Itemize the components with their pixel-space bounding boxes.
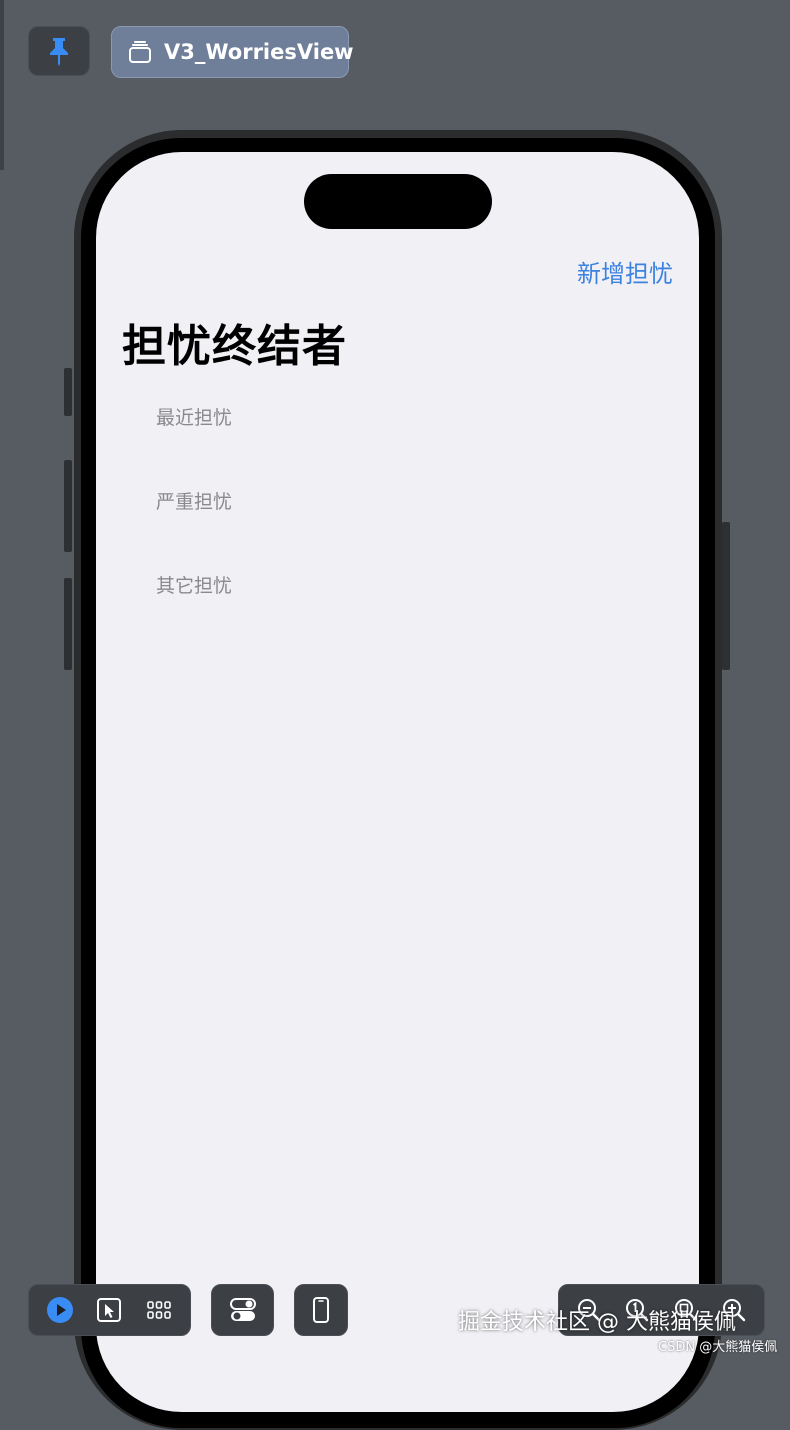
worry-category-list: 最近担忧 严重担忧 其它担忧: [156, 404, 232, 656]
dynamic-island: [304, 174, 492, 229]
grid-mode-button[interactable]: [139, 1290, 179, 1330]
page-title: 担忧终结者: [122, 321, 347, 372]
csdn-watermark: CSDN @大熊猫侯佩: [658, 1340, 778, 1355]
preview-mode-group: [28, 1284, 191, 1336]
preview-tab-button[interactable]: V3_WorriesView: [111, 26, 354, 78]
list-item-recent-worries[interactable]: 最近担忧: [156, 404, 232, 488]
pin-button[interactable]: [28, 26, 90, 76]
device-settings-button[interactable]: [294, 1284, 348, 1336]
preview-tab-label: V3_WorriesView: [164, 40, 354, 64]
play-icon: [46, 1297, 73, 1323]
phone-screen: 新增担忧 担忧终结者 最近担忧 严重担忧 其它担忧: [96, 152, 699, 1412]
live-preview-button[interactable]: [40, 1290, 80, 1330]
juejin-watermark: 掘金技术社区 @ 大熊猫侯佩: [458, 1310, 736, 1335]
stack-icon: [128, 40, 152, 64]
device-icon: [313, 1297, 329, 1323]
select-pointer-icon: [97, 1298, 122, 1322]
selectable-mode-button[interactable]: [89, 1290, 129, 1330]
list-item-serious-worries[interactable]: 严重担忧: [156, 488, 232, 572]
phone-power-button: [722, 522, 730, 670]
add-worry-button[interactable]: 新增担忧: [577, 254, 673, 289]
phone-action-button: [64, 368, 72, 416]
phone-volume-down-button: [64, 578, 72, 670]
grid-icon: [147, 1301, 171, 1319]
toggles-icon: [229, 1298, 256, 1321]
pin-icon: [50, 38, 68, 66]
phone-volume-up-button: [64, 460, 72, 552]
variants-button[interactable]: [211, 1284, 274, 1336]
list-item-other-worries[interactable]: 其它担忧: [156, 572, 232, 656]
canvas-edge: [0, 0, 4, 170]
